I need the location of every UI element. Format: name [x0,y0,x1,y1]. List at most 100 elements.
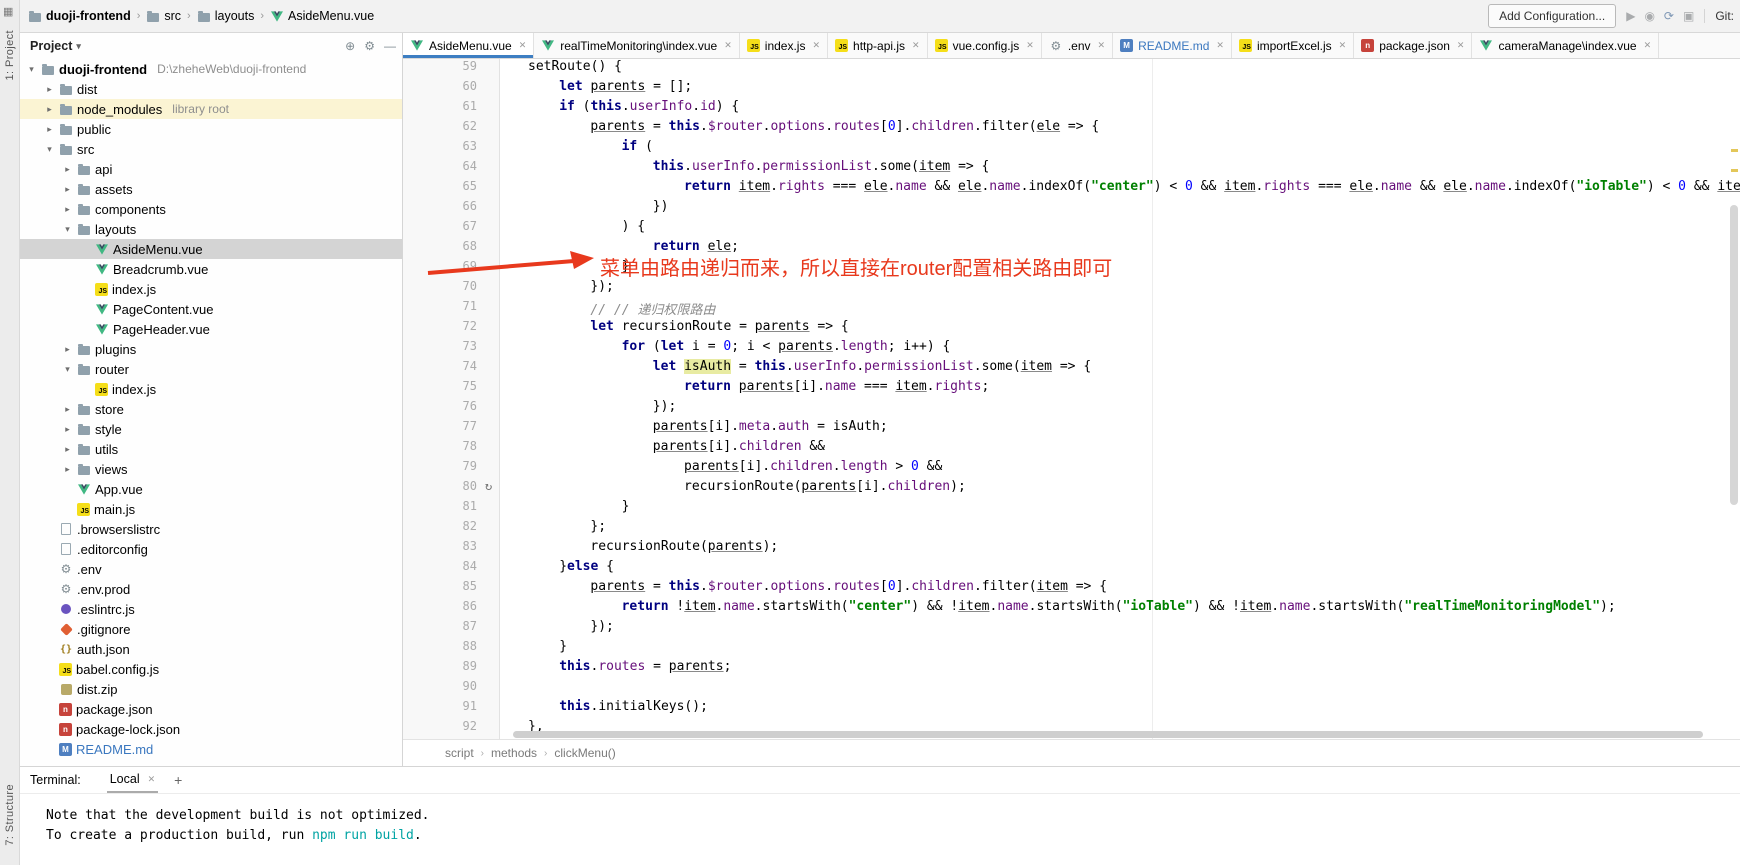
code-line[interactable]: 60let parents = []; [403,79,1740,99]
close-icon[interactable]: ✕ [1026,40,1034,51]
tree-row[interactable]: JSbabel.config.js [20,659,402,679]
chevron-collapsed-icon[interactable]: ▸ [62,344,73,355]
code-line[interactable]: 86return !item.name.startsWith("center")… [403,599,1740,619]
close-icon[interactable]: ✕ [1457,40,1465,51]
code-line[interactable]: 89this.routes = parents; [403,659,1740,679]
code-viewport[interactable]: 59setRoute() {60let parents = [];61if (t… [403,59,1740,739]
stop-icon[interactable]: ▣ [1683,9,1694,23]
code-line[interactable]: 64this.userInfo.permissionList.some(item… [403,159,1740,179]
horizontal-scrollbar[interactable] [513,731,1703,738]
close-icon[interactable]: ✕ [912,40,920,51]
breadcrumb-item[interactable]: AsideMenu.vue [270,9,374,23]
tree-row[interactable]: ▾layouts [20,219,402,239]
tree-row[interactable]: ▾router [20,359,402,379]
chevron-expanded-icon[interactable]: ▾ [26,64,37,75]
breadcrumb-item[interactable]: script [445,746,474,760]
code-line[interactable]: 82}; [403,519,1740,539]
code-line[interactable]: 63if ( [403,139,1740,159]
code-line[interactable]: 69} [403,259,1740,279]
tree-row[interactable]: npackage-lock.json [20,719,402,739]
code-line[interactable]: 81} [403,499,1740,519]
scrollbar-thumb[interactable] [1730,205,1738,505]
breadcrumb-item[interactable]: duoji-frontend [28,9,131,23]
code-line[interactable]: 61if (this.userInfo.id) { [403,99,1740,119]
code-line[interactable]: 67) { [403,219,1740,239]
tree-row[interactable]: npackage.json [20,699,402,719]
tree-row[interactable]: ▾duoji-frontendD:\zheheWeb\duoji-fronten… [20,59,402,79]
chevron-collapsed-icon[interactable]: ▸ [62,404,73,415]
chevron-collapsed-icon[interactable]: ▸ [62,424,73,435]
code-line[interactable]: 66}) [403,199,1740,219]
project-stripe-button[interactable]: 1: Project [0,30,20,83]
code-line[interactable]: 73for (let i = 0; i < parents.length; i+… [403,339,1740,359]
warning-stripe-mark[interactable] [1731,169,1738,172]
breadcrumb-item[interactable]: layouts [197,9,255,23]
tool-windows-grid-icon[interactable]: ▦ [3,5,13,18]
tree-row[interactable]: ▸node_moduleslibrary root [20,99,402,119]
editor-tab[interactable]: MREADME.md✕ [1113,33,1232,58]
update-icon[interactable]: ⟳ [1664,9,1674,23]
code-line[interactable]: 65return item.rights === ele.name && ele… [403,179,1740,199]
editor-tab[interactable]: JShttp-api.js✕ [828,33,928,58]
editor-tab[interactable]: JSvue.config.js✕ [928,33,1042,58]
tree-row[interactable]: ▸views [20,459,402,479]
tree-row[interactable]: JSindex.js [20,379,402,399]
tree-row[interactable]: ▸public [20,119,402,139]
add-configuration-button[interactable]: Add Configuration... [1488,4,1616,28]
new-terminal-button[interactable]: + [174,772,182,788]
chevron-collapsed-icon[interactable]: ▸ [62,464,73,475]
code-line[interactable]: 68return ele; [403,239,1740,259]
terminal-output[interactable]: Note that the development build is not o… [20,794,1740,846]
chevron-collapsed-icon[interactable]: ▸ [62,184,73,195]
breadcrumb-item[interactable]: clickMenu() [554,746,615,760]
code-line[interactable]: 91this.initialKeys(); [403,699,1740,719]
close-icon[interactable]: ✕ [148,774,156,785]
tree-row[interactable]: ⚙.env [20,559,402,579]
tree-row[interactable]: ▸assets [20,179,402,199]
settings-icon[interactable]: ⚙ [364,39,375,53]
tree-row[interactable]: ▸api [20,159,402,179]
tree-row[interactable]: ▸store [20,399,402,419]
tree-row[interactable]: .eslintrc.js [20,599,402,619]
code-line[interactable]: 75return parents[i].name === item.rights… [403,379,1740,399]
project-view-selector[interactable]: Project ▾ [30,39,81,53]
tree-row[interactable]: Breadcrumb.vue [20,259,402,279]
close-icon[interactable]: ✕ [1644,40,1652,51]
close-icon[interactable]: ✕ [1339,40,1347,51]
tree-row[interactable]: MREADME.md [20,739,402,759]
run-icon[interactable]: ▶ [1626,9,1635,23]
tree-row[interactable]: JSindex.js [20,279,402,299]
code-line[interactable]: 80↻recursionRoute(parents[i].children); [403,479,1740,499]
tree-row[interactable]: JSmain.js [20,499,402,519]
close-icon[interactable]: ✕ [812,40,820,51]
close-icon[interactable]: ✕ [1098,40,1106,51]
code-line[interactable]: 71// // 递归权限路由 [403,299,1740,319]
tree-row[interactable]: ▸style [20,419,402,439]
warning-stripe-mark[interactable] [1731,149,1738,152]
editor-tab[interactable]: JSimportExcel.js✕ [1232,33,1354,58]
tree-row[interactable]: .editorconfig [20,539,402,559]
tree-row[interactable]: dist.zip [20,679,402,699]
tree-row[interactable]: {}auth.json [20,639,402,659]
code-line[interactable]: 59setRoute() { [403,59,1740,79]
structure-stripe-button[interactable]: 7: Structure [0,784,20,849]
tree-row[interactable]: ▸components [20,199,402,219]
tree-row[interactable]: ▸plugins [20,339,402,359]
terminal-tab-local[interactable]: Local ✕ [107,767,158,793]
chevron-expanded-icon[interactable]: ▾ [44,144,55,155]
locate-icon[interactable]: ⊕ [345,39,355,53]
chevron-collapsed-icon[interactable]: ▸ [44,84,55,95]
code-line[interactable]: 87}); [403,619,1740,639]
debug-icon[interactable]: ◉ [1644,9,1654,23]
breadcrumb-item[interactable]: src [146,9,181,23]
code-line[interactable]: 79parents[i].children.length > 0 && [403,459,1740,479]
code-line[interactable]: 76}); [403,399,1740,419]
code-line[interactable]: 85parents = this.$router.options.routes[… [403,579,1740,599]
git-branch-widget[interactable]: Git: [1704,9,1734,23]
tree-row[interactable]: ⚙.env.prod [20,579,402,599]
tree-row[interactable]: PageHeader.vue [20,319,402,339]
code-line[interactable]: 77parents[i].meta.auth = isAuth; [403,419,1740,439]
code-line[interactable]: 84}else { [403,559,1740,579]
chevron-collapsed-icon[interactable]: ▸ [62,444,73,455]
close-icon[interactable]: ✕ [1216,40,1224,51]
